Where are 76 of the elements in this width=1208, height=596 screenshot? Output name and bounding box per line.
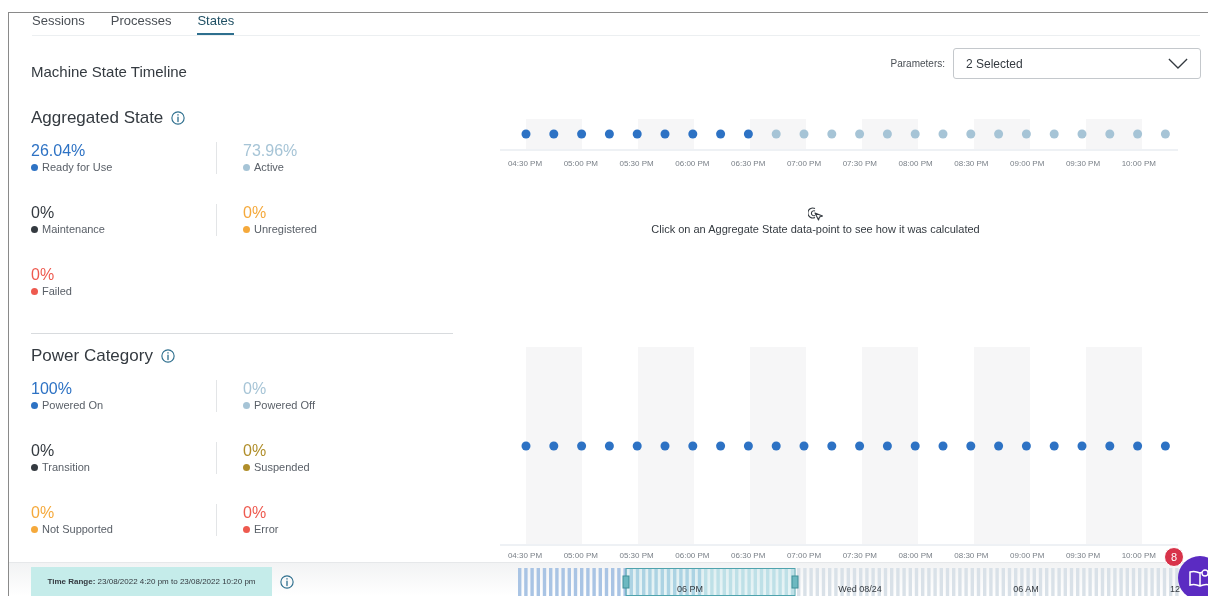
notification-badge: 8 xyxy=(1164,547,1184,567)
stat-label: Unregistered xyxy=(254,222,317,236)
range-handle[interactable] xyxy=(791,575,799,589)
tick-label: 08:00 PM xyxy=(898,159,933,168)
info-icon xyxy=(171,111,186,125)
info-icon xyxy=(280,575,294,589)
info-icon xyxy=(160,349,175,363)
tick-label: 05:30 PM xyxy=(619,551,654,560)
stat-value: 73.96% xyxy=(243,142,298,160)
book-bulb-icon xyxy=(1188,566,1208,590)
stat-label: Transition xyxy=(42,460,90,474)
tick-label: 07:30 PM xyxy=(842,159,877,168)
parameters-label: Parameters: xyxy=(890,57,945,71)
navigator-label: 06 PM xyxy=(677,584,703,594)
tick-label: 06:30 PM xyxy=(731,159,766,168)
tick-label: 10:00 PM xyxy=(1121,159,1156,168)
stat-label: Active xyxy=(254,160,284,174)
tick-label: 09:00 PM xyxy=(1010,551,1045,560)
stat-value: 0% xyxy=(31,442,55,460)
tab[interactable]: States xyxy=(197,10,235,35)
tick-label: 05:00 PM xyxy=(563,159,598,168)
tab[interactable]: Processes xyxy=(110,10,172,35)
stat-label: Error xyxy=(254,522,279,536)
tick-label: 08:30 PM xyxy=(954,551,989,560)
tick-label: 06:00 PM xyxy=(675,551,710,560)
chart-band xyxy=(638,119,694,149)
stat-label: Maintenance xyxy=(42,222,105,236)
tick-label: 10:00 PM xyxy=(1121,551,1156,560)
click-pointer-icon xyxy=(807,206,824,222)
tick-label: 08:00 PM xyxy=(898,551,933,560)
stat-label: Powered Off xyxy=(254,398,315,412)
chart-band xyxy=(750,119,806,149)
range-selection[interactable] xyxy=(625,568,796,596)
chart-band xyxy=(1086,119,1142,149)
range-handle[interactable] xyxy=(622,575,630,589)
navigator-label: 12 xyxy=(1170,584,1180,594)
tick-label: 05:30 PM xyxy=(619,159,654,168)
tick-label: 05:00 PM xyxy=(563,551,598,560)
stat-value: 26.04% xyxy=(31,142,86,160)
parameters-dropdown[interactable]: 2 Selected xyxy=(953,48,1201,79)
hint-text: Click on an Aggregate State data-point to see how it was calculated xyxy=(651,222,980,236)
section-heading: Power Category xyxy=(31,345,153,367)
stat-value: 0% xyxy=(31,204,55,222)
stat-label: Failed xyxy=(42,284,72,298)
stat-label: Not Supported xyxy=(42,522,113,536)
stat-value: 100% xyxy=(31,380,72,398)
tick-label: 06:00 PM xyxy=(675,159,710,168)
stat-value: 0% xyxy=(31,504,55,522)
stat-value: 0% xyxy=(31,266,55,284)
chevron-down-icon xyxy=(1168,58,1188,69)
chart-band xyxy=(862,119,918,149)
stat-value: 0% xyxy=(243,380,267,398)
tick-label: 08:30 PM xyxy=(954,159,989,168)
section-heading: Aggregated State xyxy=(31,107,164,129)
tick-label: 07:00 PM xyxy=(786,551,822,560)
stat-label: Ready for Use xyxy=(42,160,113,174)
tick-label: 07:30 PM xyxy=(842,551,877,560)
tick-label: 06:30 PM xyxy=(731,551,766,560)
time-range-text: Time Range: 23/08/2022 4:20 pm to 23/08/2022 10:20 pm xyxy=(47,576,256,588)
tick-label: 09:00 PM xyxy=(1010,159,1045,168)
tick-label: 04:30 PM xyxy=(507,159,543,168)
stat-value: 0% xyxy=(243,504,267,522)
navigator-label: 06 AM xyxy=(1013,584,1039,594)
navigator-label: Wed 08/24 xyxy=(838,584,882,594)
tick-label: 09:30 PM xyxy=(1065,551,1101,560)
tick-label: 04:30 PM xyxy=(507,551,543,560)
stat-label: Suspended xyxy=(254,460,310,474)
tick-label: 09:30 PM xyxy=(1065,159,1101,168)
tab[interactable]: Sessions xyxy=(32,10,85,35)
stat-value: 0% xyxy=(243,442,267,460)
tick-label: 07:00 PM xyxy=(786,159,822,168)
stat-label: Powered On xyxy=(42,398,104,412)
page-title: Machine State Timeline xyxy=(31,62,188,82)
chart-band xyxy=(526,119,582,149)
chart-band xyxy=(974,119,1030,149)
stat-value: 0% xyxy=(243,204,267,222)
